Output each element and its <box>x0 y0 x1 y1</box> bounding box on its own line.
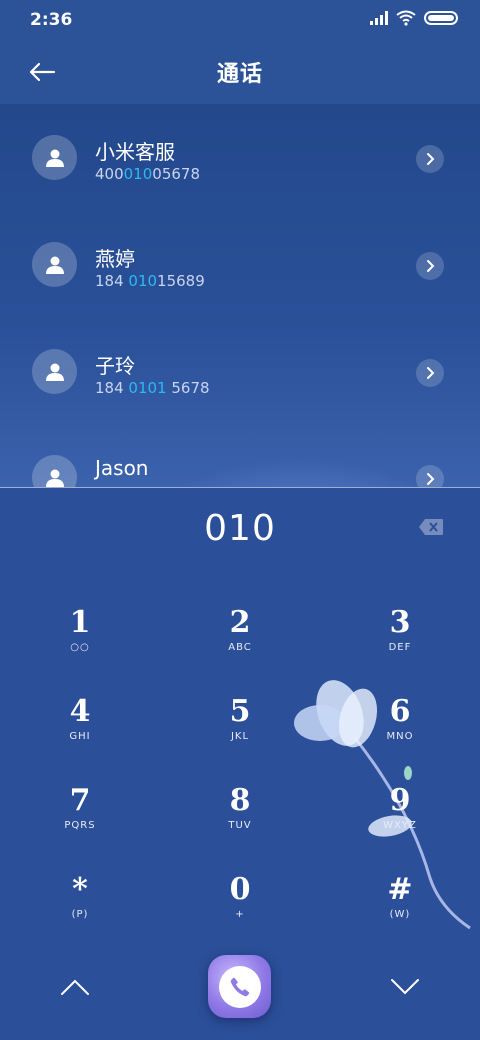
chevron-right-icon <box>427 153 435 165</box>
chevron-down-icon <box>391 979 419 995</box>
contact-detail-button[interactable] <box>416 359 444 387</box>
page-title: 通话 <box>216 62 263 87</box>
contact-name: Jason <box>95 456 149 480</box>
dial-input[interactable]: 010 <box>0 508 480 549</box>
contact-row[interactable]: 燕婷 184 01015689 <box>0 211 480 317</box>
key-hash[interactable]: # (W) <box>340 873 460 943</box>
expand-button[interactable] <box>383 969 427 1005</box>
contact-name: 子玲 <box>95 354 135 378</box>
chevron-right-icon <box>427 260 435 272</box>
status-time: 2:36 <box>30 10 73 30</box>
key-1[interactable]: 1 ○○ <box>20 606 140 676</box>
key-2[interactable]: 2 ABC <box>180 606 300 676</box>
avatar <box>32 455 77 487</box>
contact-detail-button[interactable] <box>416 145 444 173</box>
status-icons <box>370 10 458 26</box>
contact-row[interactable]: 子玲 184 0101 5678 <box>0 318 480 424</box>
key-3[interactable]: 3 DEF <box>340 606 460 676</box>
contact-name: 燕婷 <box>95 247 135 271</box>
person-icon <box>45 149 64 167</box>
status-bar: 2:36 <box>0 0 480 40</box>
contact-detail-button[interactable] <box>416 252 444 280</box>
dialer: 010 1 ○○ 2 ABC 3 DEF 4 GHI 5 JKL 6 MNO 7… <box>0 488 480 1040</box>
contact-number: 40001005678 <box>95 165 200 183</box>
key-7[interactable]: 7 PQRS <box>20 784 140 854</box>
avatar <box>32 135 77 180</box>
phone-icon <box>230 977 249 996</box>
avatar <box>32 349 77 394</box>
collapse-keypad-button[interactable] <box>53 969 97 1005</box>
signal-icon <box>370 11 388 25</box>
key-4[interactable]: 4 GHI <box>20 695 140 765</box>
contact-number: 184 0101 5678 <box>95 379 210 397</box>
backspace-icon <box>419 519 443 535</box>
delete-button[interactable] <box>418 518 444 536</box>
person-icon <box>45 363 64 381</box>
call-button[interactable] <box>208 955 271 1018</box>
key-6[interactable]: 6 MNO <box>340 695 460 765</box>
battery-icon <box>424 11 458 25</box>
key-9[interactable]: 9 WXYZ <box>340 784 460 854</box>
avatar <box>32 242 77 287</box>
contact-row[interactable]: 小米客服 40001005678 <box>0 104 480 210</box>
contact-detail-button[interactable] <box>416 465 444 487</box>
contact-list[interactable]: 小米客服 40001005678 燕婷 184 01015689 子玲 184 … <box>0 104 480 487</box>
person-icon <box>45 256 64 274</box>
key-8[interactable]: 8 TUV <box>180 784 300 854</box>
key-0[interactable]: 0 + <box>180 873 300 943</box>
contact-name: 小米客服 <box>95 140 175 164</box>
person-icon <box>45 469 64 487</box>
key-5[interactable]: 5 JKL <box>180 695 300 765</box>
contact-number: 184 01015689 <box>95 272 205 290</box>
wifi-icon <box>396 10 416 26</box>
header: 通话 <box>0 40 480 104</box>
chevron-right-icon <box>427 473 435 485</box>
chevron-right-icon <box>427 367 435 379</box>
key-star[interactable]: * (P) <box>20 873 140 943</box>
contact-row[interactable]: Jason <box>0 424 480 487</box>
chevron-up-icon <box>61 979 89 995</box>
